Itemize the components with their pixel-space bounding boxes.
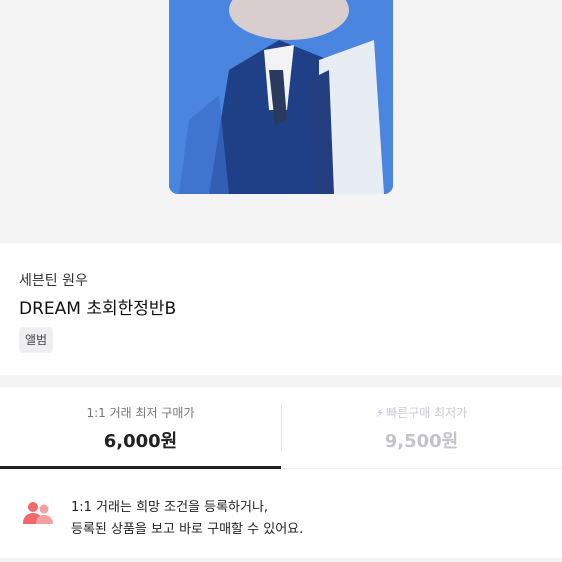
notice-line-1: 1:1 거래는 희망 조건을 등록하거나, (71, 500, 269, 515)
quick-price-value: 9,500원 (384, 431, 459, 452)
quick-price-label-row: ⚡ 빠른구매 최저가 (281, 404, 562, 421)
direct-price-value: 6,000원 (103, 431, 178, 452)
tab-direct-trade[interactable]: 1:1 거래 최저 구매가 6,000원 (0, 387, 281, 469)
category-tag[interactable]: 앨범 (19, 327, 54, 353)
users-icon (23, 502, 53, 524)
artist-name[interactable]: 세븐틴 원우 (19, 270, 88, 290)
product-title: DREAM 초회한정반B (19, 299, 177, 319)
lightning-icon: ⚡ (375, 406, 385, 420)
notice-line-2: 등록된 상품을 보고 바로 구매할 수 있어요. (71, 522, 304, 537)
price-tabs: 1:1 거래 최저 구매가 6,000원 ⚡ 빠른구매 최저가 9,500원 (0, 387, 562, 469)
product-photo[interactable] (169, 0, 393, 194)
direct-price-label: 1:1 거래 최저 구매가 (86, 406, 195, 420)
section-divider (0, 375, 562, 387)
trade-notice: 1:1 거래는 희망 조건을 등록하거나, 등록된 상품을 보고 바로 구매할 … (0, 470, 562, 558)
section-divider-bottom (0, 558, 562, 562)
product-info: 세븐틴 원우 DREAM 초회한정반B 앨범 (0, 243, 562, 375)
tab-quick-buy[interactable]: ⚡ 빠른구매 최저가 9,500원 (281, 387, 562, 469)
photo-illustration (169, 0, 393, 194)
active-tab-indicator (0, 466, 281, 469)
product-image-area (0, 0, 562, 243)
quick-price-label: 빠른구매 최저가 (386, 406, 468, 420)
notice-text: 1:1 거래는 희망 조건을 등록하거나, 등록된 상품을 보고 바로 구매할 … (71, 497, 303, 541)
